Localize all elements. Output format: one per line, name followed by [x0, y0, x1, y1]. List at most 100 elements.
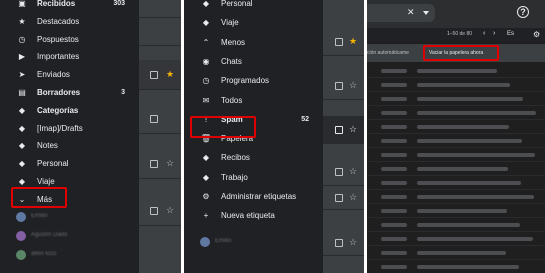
contact-name[interactable]: allen lozo: [31, 251, 56, 257]
clock-icon: ◷: [18, 34, 26, 44]
dropdown-icon[interactable]: [423, 11, 429, 15]
language-select[interactable]: Es: [507, 31, 514, 37]
avatar[interactable]: [16, 250, 26, 260]
row-checkbox[interactable]: [335, 194, 343, 202]
table-row[interactable]: [139, 104, 181, 134]
table-row[interactable]: [367, 92, 545, 106]
sidebar-item-trabajo[interactable]: ◆ Trabajo: [184, 168, 323, 187]
sidebar-item-personal[interactable]: ◆ Personal: [184, 0, 323, 13]
table-row[interactable]: ☆: [323, 116, 364, 144]
blurred-subject: [417, 111, 536, 115]
row-checkbox[interactable]: [150, 160, 158, 168]
table-row[interactable]: [367, 78, 545, 92]
prev-page-icon[interactable]: ‹: [483, 30, 485, 37]
row-checkbox[interactable]: [150, 207, 158, 215]
sidebar-item-chats[interactable]: ◉ Chats: [184, 52, 323, 71]
table-row[interactable]: [367, 246, 545, 260]
table-row[interactable]: [367, 162, 545, 176]
table-row[interactable]: [367, 148, 545, 162]
table-row[interactable]: ☆: [139, 149, 181, 179]
next-page-icon[interactable]: ›: [493, 30, 495, 37]
sidebar-item-pospuestos[interactable]: ◷ Pospuestos: [0, 30, 139, 49]
sidebar-item-label: Viaje: [37, 177, 55, 186]
row-checkbox[interactable]: [150, 115, 158, 123]
table-row[interactable]: [367, 120, 545, 134]
star-icon[interactable]: ☆: [166, 159, 174, 168]
sidebar-item-menos[interactable]: ⌃ Menos: [184, 33, 323, 52]
sidebar-item-label: Notes: [37, 141, 58, 151]
sidebar-item-categorías[interactable]: ◆ Categorías: [0, 101, 139, 120]
star-icon[interactable]: ☆: [349, 167, 357, 176]
star-icon[interactable]: ☆: [349, 81, 357, 90]
sidebar-item-borradores[interactable]: ▤ Borradores 3: [0, 83, 139, 102]
sidebar-item-programados[interactable]: ◷ Programados: [184, 71, 323, 90]
blurred-subject: [417, 69, 497, 73]
sidebar-item--imap-drafts[interactable]: ◆ [Imap]/Drafts: [0, 119, 139, 138]
table-row[interactable]: [367, 204, 545, 218]
blurred-subject: [417, 97, 523, 101]
star-icon[interactable]: ★: [349, 37, 357, 46]
table-row[interactable]: ☆: [323, 230, 364, 256]
row-checkbox[interactable]: [335, 239, 343, 247]
mail-list: ★ ☆ ☆ ☆ ☆ ☆: [323, 0, 364, 273]
table-row[interactable]: [367, 260, 545, 273]
sidebar-item-enviados[interactable]: ➤ Enviados: [0, 65, 139, 84]
row-checkbox[interactable]: [150, 71, 158, 79]
gear-icon[interactable]: ⚙: [533, 30, 540, 39]
row-checkbox[interactable]: [335, 82, 343, 90]
sidebar-item-label: Categorías: [37, 105, 79, 115]
star-icon[interactable]: ☆: [349, 125, 357, 134]
label-icon: ◆: [202, 0, 210, 8]
label-icon: ◆: [18, 123, 26, 133]
row-checkbox[interactable]: [335, 38, 343, 46]
mail-list: ★ ☆ ☆: [139, 0, 181, 273]
all-mail-icon: ✉: [202, 95, 210, 105]
avatar[interactable]: [16, 231, 26, 241]
close-icon[interactable]: ✕: [407, 7, 415, 18]
avatar[interactable]: [200, 237, 210, 247]
sidebar-item-administrar-etiquetas[interactable]: ⚙ Administrar etiquetas: [184, 187, 323, 206]
unread-count: 52: [301, 115, 309, 123]
row-checkbox[interactable]: [335, 126, 343, 134]
contact-name[interactable]: Emilio: [215, 238, 231, 244]
inbox-icon: ▣: [18, 0, 26, 8]
table-row[interactable]: [367, 232, 545, 246]
table-row[interactable]: ☆: [323, 158, 364, 186]
table-row[interactable]: [367, 134, 545, 148]
table-row[interactable]: ☆: [139, 196, 181, 226]
table-row[interactable]: ★: [323, 28, 364, 56]
avatar[interactable]: [16, 212, 26, 222]
table-row[interactable]: [367, 106, 545, 120]
table-row[interactable]: ☆: [323, 72, 364, 100]
table-row[interactable]: [367, 64, 545, 78]
table-row[interactable]: ★: [139, 60, 181, 90]
contact-name[interactable]: Emilio: [31, 213, 47, 219]
table-row[interactable]: [139, 20, 181, 46]
table-row[interactable]: [367, 176, 545, 190]
label-icon: ◆: [18, 177, 26, 186]
contact-name[interactable]: Agustín Dado: [31, 232, 67, 238]
unread-count: 303: [113, 0, 125, 7]
sidebar-item-personal[interactable]: ◆ Personal: [0, 154, 139, 173]
sidebar-item-recibos[interactable]: ◆ Recibos: [184, 148, 323, 167]
sidebar-item-importantes[interactable]: ▶ Importantes: [0, 47, 139, 66]
sidebar-item-viaje[interactable]: ◆ Viaje: [184, 13, 323, 32]
row-checkbox[interactable]: [335, 168, 343, 176]
help-icon[interactable]: ?: [517, 6, 529, 18]
sidebar-item-todos[interactable]: ✉ Todos: [184, 91, 323, 110]
table-row[interactable]: [139, 0, 181, 18]
star-icon[interactable]: ☆: [349, 238, 357, 247]
table-row[interactable]: [367, 218, 545, 232]
label-icon: ◆: [202, 172, 210, 182]
sidebar-item-nueva-etiqueta[interactable]: + Nueva etiqueta: [184, 206, 323, 225]
blurred-sender: [381, 181, 407, 185]
sidebar-item-destacados[interactable]: ★ Destacados: [0, 12, 139, 31]
table-row[interactable]: [367, 190, 545, 204]
star-icon[interactable]: ★: [166, 70, 174, 79]
table-row[interactable]: ☆: [323, 186, 364, 210]
sidebar-item-notes[interactable]: ◆ Notes: [0, 136, 139, 155]
star-icon[interactable]: ☆: [349, 193, 357, 202]
blurred-sender: [381, 167, 407, 171]
search-input[interactable]: ✕: [367, 4, 435, 22]
star-icon[interactable]: ☆: [166, 206, 174, 215]
